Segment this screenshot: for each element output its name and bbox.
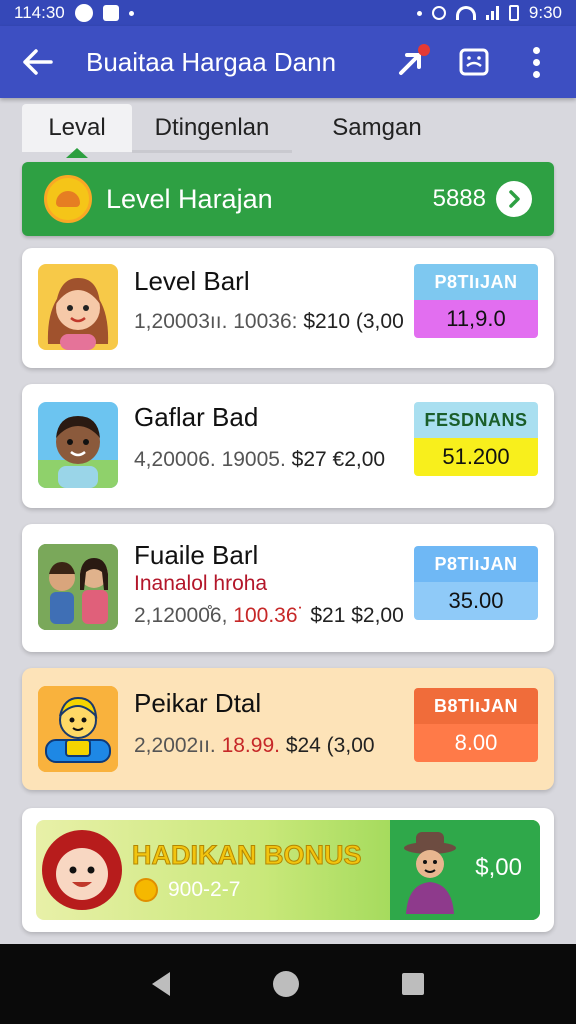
- status-right: 9:30: [416, 3, 562, 23]
- card-detail: 1,20003ıı. 10036: $210 (3,00: [134, 310, 404, 334]
- card-detail-b: $27 €2,00: [291, 448, 386, 471]
- bonus-avatar: [42, 830, 122, 910]
- avatar-boy: [38, 402, 118, 488]
- bonus-price: $,00: [475, 854, 522, 881]
- card-detail-b: $210 (3,00: [303, 310, 404, 333]
- status-time-left: 114:30: [14, 3, 65, 22]
- card-detail-a: 4,20006. 19005.: [134, 448, 286, 471]
- nav-back-icon[interactable]: [151, 972, 170, 996]
- list-item[interactable]: Gaflar Bad 4,20006. 19005. $27 €2,00 FES…: [22, 384, 554, 508]
- price-value: 8.00: [414, 724, 538, 762]
- card-detail: 2,2002ıı. 18.99. $24 (3,00: [134, 734, 375, 758]
- coin-icon: [134, 878, 158, 902]
- level-header-banner[interactable]: Level Harajan 5888: [22, 162, 554, 236]
- wifi-icon: [455, 6, 476, 20]
- price-value: 11,9.0: [414, 300, 538, 338]
- avatar-kids: [38, 544, 118, 630]
- nav-home-icon[interactable]: [272, 971, 299, 997]
- battery-icon: [508, 5, 519, 21]
- image-button[interactable]: [452, 40, 496, 84]
- level-header-value: 5888: [432, 185, 486, 212]
- more-options-button[interactable]: [514, 40, 558, 84]
- price-box[interactable]: FESDNANS 51.200: [414, 402, 538, 476]
- badge-icon: [44, 175, 92, 223]
- card-detail-a: 1,20003ıı. 10036:: [134, 310, 298, 333]
- tab-bar: Leval Dtingenlan Samgan: [22, 104, 554, 158]
- status-bar: 114:30 9:30: [0, 0, 576, 26]
- list-item[interactable]: Peikar Dtal 2,2002ıı. 18.99. $24 (3,00 B…: [22, 668, 554, 790]
- chevron-right-icon[interactable]: [496, 181, 532, 217]
- back-button[interactable]: [18, 42, 58, 82]
- card-title: Gaflar Bad: [134, 402, 259, 432]
- price-label: B8TIıJAN: [414, 688, 538, 724]
- list-item[interactable]: Fuaile Barl Inanalol hroha 2,12000̊6, 10…: [22, 524, 554, 652]
- app-bar: Buaitaa Hargaa Dann: [0, 26, 576, 98]
- status-left: 114:30: [14, 3, 134, 23]
- bluetooth-icon: [416, 10, 422, 16]
- notification-dot-icon: [128, 10, 134, 16]
- card-detail: 2,12000̊6, 100.36˙ $21 $2,00: [134, 604, 404, 628]
- bonus-banner: HADIKAN BONUS 900-2-7 $,00: [36, 820, 540, 920]
- card-detail: 4,20006. 19005. $27 €2,00: [134, 448, 385, 472]
- price-box[interactable]: P8TIıJAN 11,9.0: [414, 264, 538, 338]
- price-box[interactable]: P8TIıJAN 35.00: [414, 546, 538, 620]
- card-detail-a: 2,12000̊6,: [134, 604, 228, 627]
- price-label: P8TIıJAN: [414, 264, 538, 300]
- messenger-icon: [74, 4, 93, 22]
- tab-leval[interactable]: Leval: [22, 104, 132, 152]
- tab-underline: [132, 150, 292, 153]
- signal-icon: [485, 6, 499, 20]
- more-vertical-icon: [532, 46, 540, 78]
- card-detail-a: 2,2002ıı.: [134, 734, 216, 757]
- card-detail-red: 100.36˙: [233, 604, 305, 627]
- list-item[interactable]: Level Barl 1,20003ıı. 10036: $210 (3,00 …: [22, 248, 554, 368]
- bonus-title: HADIKAN BONUS: [132, 840, 362, 871]
- price-value: 35.00: [414, 582, 538, 620]
- card-detail-b: $21 $2,00: [310, 604, 404, 627]
- price-value: 51.200: [414, 438, 538, 476]
- arrow-left-icon: [23, 49, 53, 75]
- price-label: P8TIıJAN: [414, 546, 538, 582]
- bonus-subtitle: 900-2-7: [168, 878, 241, 901]
- tab-dtingenlan[interactable]: Dtingenlan: [132, 104, 292, 152]
- card-detail-b: $24 (3,00: [285, 734, 375, 757]
- bonus-card[interactable]: HADIKAN BONUS 900-2-7 $,00: [22, 808, 554, 932]
- alarm-icon: [431, 6, 446, 20]
- system-nav-bar: [0, 944, 576, 1024]
- price-box[interactable]: B8TIıJAN 8.00: [414, 688, 538, 762]
- card-detail-red: 18.99.: [221, 734, 280, 757]
- cowboy-avatar: [404, 832, 456, 914]
- app-notification-icon: [102, 5, 119, 21]
- level-header-title: Level Harajan: [106, 183, 273, 214]
- share-button[interactable]: [390, 40, 434, 84]
- card-subtitle: Inanalol hroha: [134, 572, 268, 595]
- bonus-price-panel[interactable]: $,00: [390, 820, 540, 920]
- price-label: FESDNANS: [414, 402, 538, 438]
- page-title: Buaitaa Hargaa Dann: [86, 46, 337, 77]
- nav-recents-icon[interactable]: [402, 973, 425, 995]
- status-time-right: 9:30: [528, 3, 562, 22]
- frame-icon: [459, 48, 489, 76]
- card-title: Level Barl: [134, 266, 250, 296]
- avatar-girl: [38, 264, 118, 350]
- card-title: Fuaile Barl: [134, 540, 259, 570]
- avatar-character: [38, 686, 118, 772]
- tab-pointer: [66, 148, 88, 158]
- notification-badge: [418, 44, 430, 56]
- card-title: Peikar Dtal: [134, 688, 262, 718]
- tab-samgan[interactable]: Samgan: [292, 104, 462, 152]
